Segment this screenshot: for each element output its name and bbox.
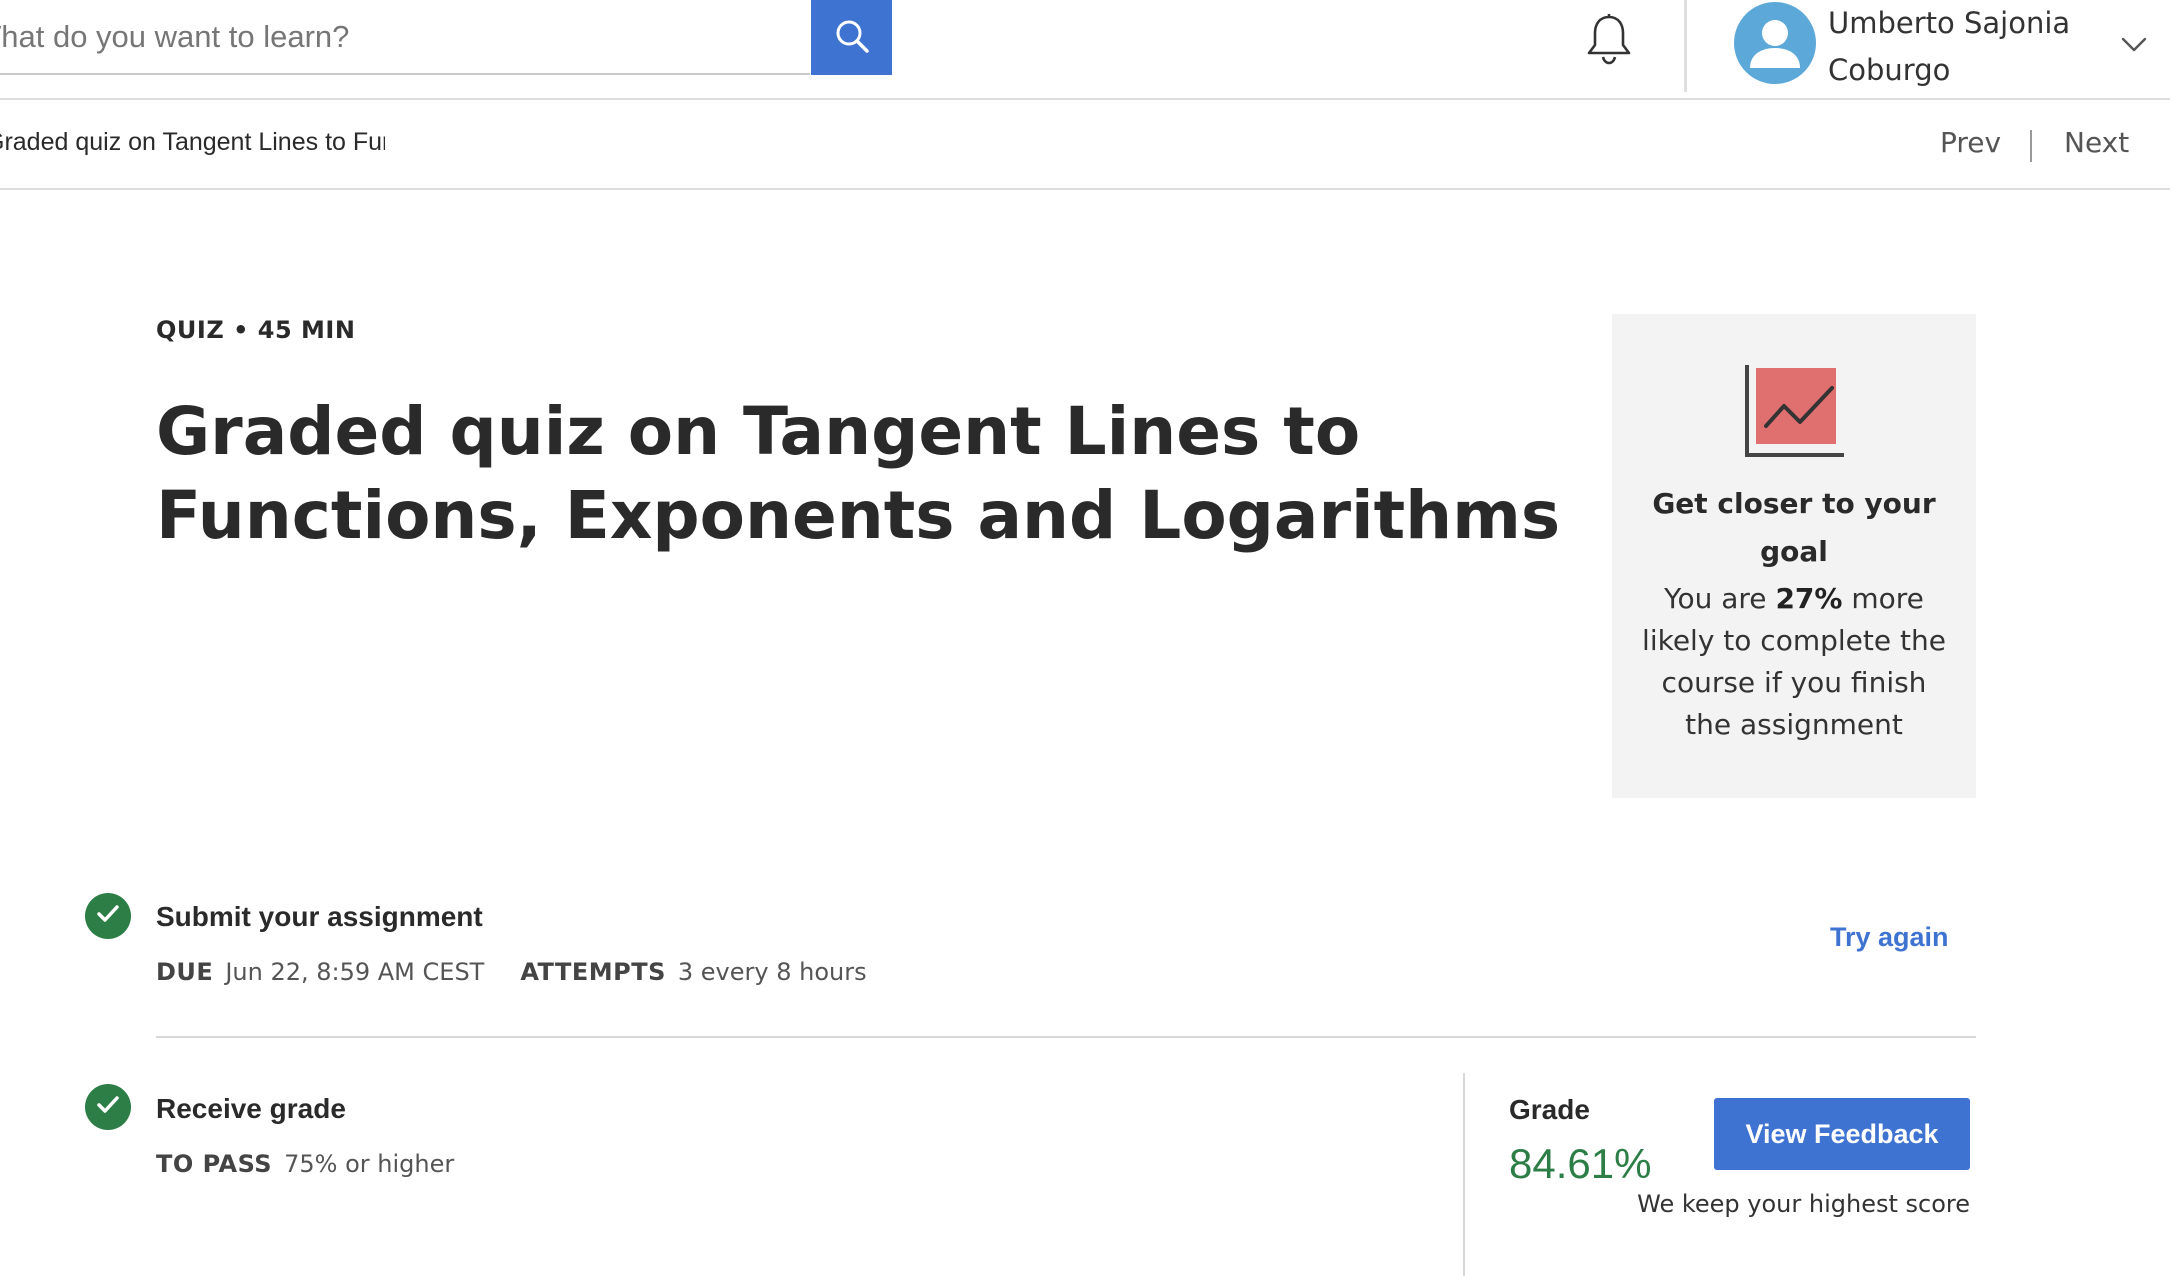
grade-step-title: Receive grade [156, 1093, 346, 1124]
highest-score-note: We keep your highest score [1637, 1190, 1970, 1218]
grade-status-check [85, 1084, 131, 1130]
person-icon [1750, 20, 1800, 68]
goal-card: Get closer to your goal You are 27% more… [1612, 314, 1976, 798]
search-button[interactable] [811, 0, 892, 75]
submit-step-details: DUE Jun 22, 8:59 AM CEST ATTEMPTS 3 every 8… [156, 958, 867, 986]
section-divider [156, 1036, 1976, 1038]
grade-step-details: TO PASS 75% or higher [156, 1150, 454, 1178]
attempts-label: ATTEMPTS [520, 958, 666, 986]
breadcrumb[interactable]: Graded quiz on Tangent Lines to Function… [0, 128, 385, 157]
check-icon [94, 900, 122, 932]
to-pass-label: TO PASS [156, 1150, 273, 1178]
grade-label: Grade [1509, 1094, 1590, 1125]
chevron-down-icon[interactable] [2119, 32, 2149, 56]
search-box [0, 0, 810, 75]
chart-trend-icon [1744, 364, 1848, 460]
to-pass-value: 75% or higher [284, 1150, 455, 1178]
page-title: Graded quiz on Tangent Lines to Function… [156, 393, 1561, 554]
goal-heading: Get closer to your goal [1652, 487, 1936, 568]
user-name: Umberto Sajonia Coburgo [1828, 6, 2071, 87]
quiz-meta: QUIZ • 45 MIN [156, 316, 356, 344]
search-icon [834, 18, 870, 57]
user-menu[interactable]: Umberto Sajonia Coburgo [1734, 0, 2154, 92]
due-label: DUE [156, 958, 214, 986]
check-icon [94, 1091, 122, 1123]
due-value: Jun 22, 8:59 AM CEST [225, 958, 485, 986]
prev-link[interactable]: Prev [1940, 126, 2001, 159]
try-again-link[interactable]: Try again [1830, 922, 1949, 953]
attempts-value: 3 every 8 hours [677, 958, 867, 986]
view-feedback-button[interactable]: View Feedback [1714, 1098, 1970, 1170]
submit-status-check [85, 893, 131, 939]
top-header: Umberto Sajonia Coburgo [0, 0, 2170, 100]
search-input[interactable] [0, 0, 810, 73]
header-divider [1684, 0, 1687, 92]
breadcrumb-bar: Graded quiz on Tangent Lines to Function… [0, 100, 2170, 190]
goal-highlight: 27% [1775, 582, 1843, 615]
next-link[interactable]: Next [2064, 126, 2129, 159]
submit-step-title: Submit your assignment [156, 901, 483, 932]
goal-text: You are 27% more likely to complete the … [1642, 582, 1946, 741]
bell-icon [1584, 13, 1634, 69]
nav-divider [2030, 130, 2032, 162]
grade-value: 84.61% [1509, 1140, 1652, 1187]
notifications-button[interactable] [1582, 14, 1636, 68]
avatar [1734, 2, 1816, 84]
grade-divider [1463, 1073, 1465, 1276]
